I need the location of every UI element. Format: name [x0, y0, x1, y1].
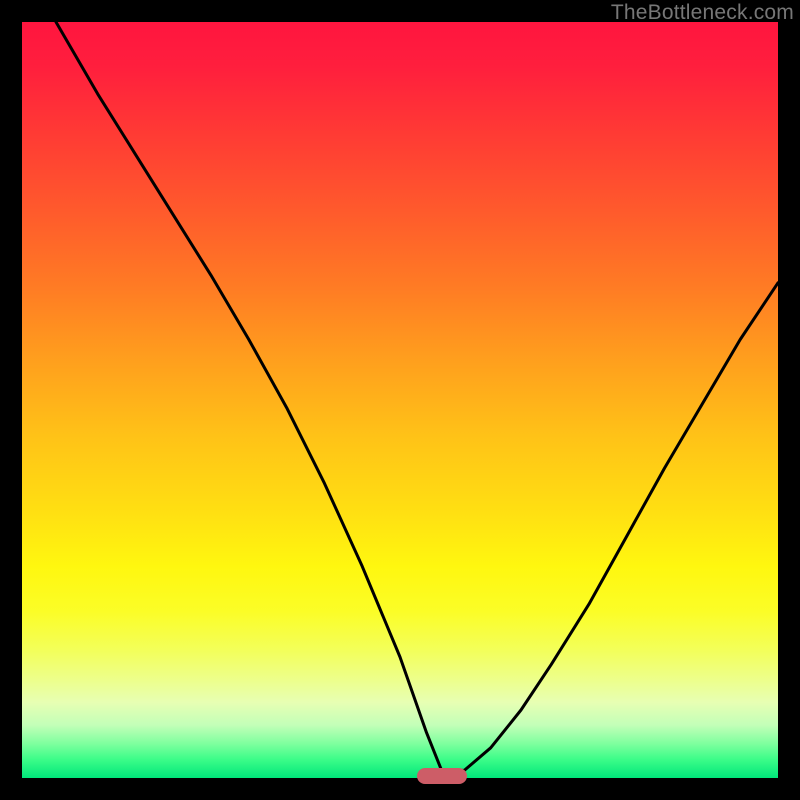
optimal-marker	[417, 768, 467, 784]
bottleneck-curve	[56, 22, 778, 770]
plot-area	[22, 22, 778, 778]
chart-frame: TheBottleneck.com	[0, 0, 800, 800]
curve-layer	[22, 22, 778, 778]
